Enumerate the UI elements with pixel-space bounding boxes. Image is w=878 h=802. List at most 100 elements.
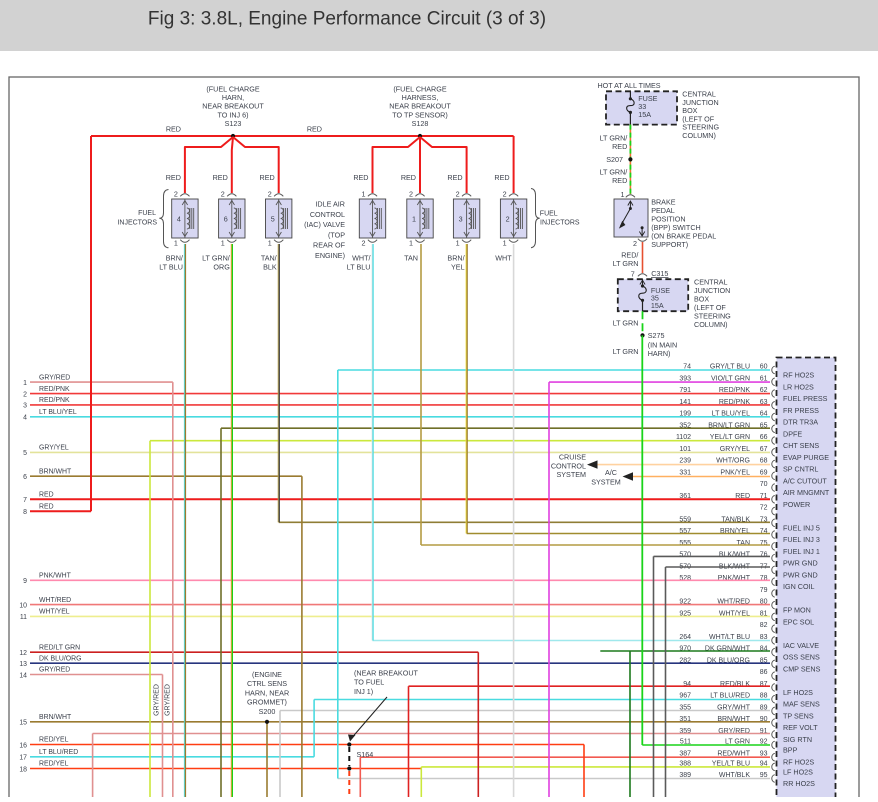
svg-text:COLUMN): COLUMN) bbox=[682, 131, 716, 140]
svg-text:VIO/LT GRN: VIO/LT GRN bbox=[711, 375, 750, 382]
svg-text:TAN: TAN bbox=[404, 254, 418, 263]
svg-text:70: 70 bbox=[760, 481, 768, 488]
svg-text:3: 3 bbox=[23, 403, 27, 410]
svg-text:86: 86 bbox=[760, 669, 768, 676]
svg-text:72: 72 bbox=[760, 505, 768, 512]
svg-text:2: 2 bbox=[503, 190, 507, 199]
svg-text:(TOP: (TOP bbox=[328, 230, 345, 239]
svg-text:79: 79 bbox=[760, 587, 768, 594]
svg-text:LT GRN: LT GRN bbox=[613, 347, 639, 356]
svg-text:10: 10 bbox=[19, 602, 27, 609]
svg-text:TAN/: TAN/ bbox=[261, 254, 277, 263]
svg-text:PWR GND: PWR GND bbox=[783, 559, 818, 568]
svg-text:DTR TR3A: DTR TR3A bbox=[783, 418, 818, 427]
svg-text:WHT/: WHT/ bbox=[352, 254, 370, 263]
svg-text:S200: S200 bbox=[259, 707, 276, 716]
svg-text:1: 1 bbox=[412, 215, 416, 224]
svg-text:239: 239 bbox=[679, 458, 691, 465]
svg-text:FUEL INJ 1: FUEL INJ 1 bbox=[783, 547, 820, 556]
svg-text:16: 16 bbox=[19, 742, 27, 749]
svg-text:2: 2 bbox=[23, 391, 27, 398]
svg-text:11: 11 bbox=[20, 614, 27, 621]
svg-text:1: 1 bbox=[621, 190, 625, 199]
svg-text:RR HO2S: RR HO2S bbox=[783, 779, 815, 788]
svg-text:LT GRN/: LT GRN/ bbox=[202, 254, 230, 263]
svg-text:OSS SENS: OSS SENS bbox=[783, 653, 820, 662]
svg-text:LT GRN: LT GRN bbox=[613, 259, 639, 268]
svg-text:FUEL: FUEL bbox=[540, 210, 558, 217]
svg-text:5: 5 bbox=[23, 450, 27, 457]
svg-text:61: 61 bbox=[760, 375, 768, 382]
svg-text:LT BLU/RED: LT BLU/RED bbox=[39, 749, 78, 756]
svg-text:LR HO2S: LR HO2S bbox=[783, 382, 814, 391]
svg-text:RED: RED bbox=[166, 125, 181, 134]
svg-text:FUEL INJ 5: FUEL INJ 5 bbox=[783, 523, 820, 532]
svg-text:LF HO2S: LF HO2S bbox=[783, 688, 813, 697]
svg-text:GRY/RED: GRY/RED bbox=[165, 684, 172, 716]
svg-text:INJECTORS: INJECTORS bbox=[117, 219, 157, 226]
svg-text:1: 1 bbox=[23, 380, 27, 387]
svg-text:GRY/YEL: GRY/YEL bbox=[39, 445, 69, 452]
svg-text:A/C: A/C bbox=[605, 468, 617, 477]
svg-text:RED: RED bbox=[401, 173, 416, 182]
svg-text:RED: RED bbox=[213, 173, 228, 182]
svg-text:RED: RED bbox=[612, 176, 627, 185]
svg-text:S128: S128 bbox=[412, 119, 429, 128]
svg-text:GRY/RED: GRY/RED bbox=[39, 667, 70, 674]
svg-text:2: 2 bbox=[362, 239, 366, 248]
svg-text:TO FUEL: TO FUEL bbox=[354, 678, 384, 687]
svg-text:CRUISE: CRUISE bbox=[559, 453, 586, 462]
svg-text:7: 7 bbox=[631, 270, 635, 279]
svg-text:S164: S164 bbox=[357, 750, 374, 759]
svg-text:IGN COIL: IGN COIL bbox=[783, 582, 815, 591]
svg-text:393: 393 bbox=[679, 375, 691, 382]
svg-text:S123: S123 bbox=[225, 119, 242, 128]
svg-text:BRN/: BRN/ bbox=[447, 254, 464, 263]
svg-text:INJ 1): INJ 1) bbox=[354, 687, 373, 696]
svg-text:CHT SENS: CHT SENS bbox=[783, 441, 819, 450]
svg-text:FUEL PRESS: FUEL PRESS bbox=[783, 394, 828, 403]
svg-text:FUEL INJ 3: FUEL INJ 3 bbox=[783, 535, 820, 544]
svg-text:RED: RED bbox=[39, 504, 54, 511]
svg-text:1: 1 bbox=[409, 239, 413, 248]
svg-text:ENGINE): ENGINE) bbox=[315, 251, 345, 260]
svg-text:88: 88 bbox=[760, 693, 768, 700]
svg-text:RED: RED bbox=[612, 142, 627, 151]
svg-text:15A: 15A bbox=[651, 301, 664, 310]
svg-text:WHT/YEL: WHT/YEL bbox=[39, 609, 70, 616]
svg-text:LT GRN: LT GRN bbox=[613, 319, 639, 328]
svg-text:CTRL SENS: CTRL SENS bbox=[247, 679, 287, 688]
svg-text:WHT/RED: WHT/RED bbox=[39, 597, 71, 604]
svg-text:DK BLU/ORG: DK BLU/ORG bbox=[39, 655, 82, 662]
svg-text:1: 1 bbox=[362, 190, 366, 199]
svg-text:6: 6 bbox=[224, 215, 228, 224]
svg-text:15A: 15A bbox=[638, 110, 651, 119]
svg-text:INJECTORS: INJECTORS bbox=[540, 220, 580, 227]
svg-text:15: 15 bbox=[19, 720, 27, 727]
svg-text:GROMMET): GROMMET) bbox=[247, 698, 287, 707]
svg-text:1: 1 bbox=[503, 239, 507, 248]
svg-text:RF HO2S: RF HO2S bbox=[783, 371, 814, 380]
svg-text:LT BLU/YEL: LT BLU/YEL bbox=[39, 409, 77, 416]
svg-text:LF HO2S: LF HO2S bbox=[783, 767, 813, 776]
svg-text:WHT/ORG: WHT/ORG bbox=[716, 458, 750, 465]
svg-text:SYSTEM: SYSTEM bbox=[556, 470, 586, 479]
svg-text:1: 1 bbox=[456, 239, 460, 248]
svg-text:CONTROL: CONTROL bbox=[551, 461, 586, 470]
svg-text:Fig 3: 3.8L, Engine Performanc: Fig 3: 3.8L, Engine Performance Circuit … bbox=[148, 9, 546, 30]
svg-text:EPC SOL: EPC SOL bbox=[783, 617, 814, 626]
svg-text:LT BLU: LT BLU bbox=[159, 263, 183, 272]
svg-text:6: 6 bbox=[23, 474, 27, 481]
svg-text:TAN: TAN bbox=[737, 540, 750, 547]
svg-text:2: 2 bbox=[268, 190, 272, 199]
svg-text:SUPPORT): SUPPORT) bbox=[651, 240, 688, 249]
svg-text:IAC VALVE: IAC VALVE bbox=[783, 641, 819, 650]
svg-text:4: 4 bbox=[23, 415, 27, 422]
svg-text:8: 8 bbox=[23, 509, 27, 516]
svg-text:RF HO2S: RF HO2S bbox=[783, 758, 814, 767]
svg-text:17: 17 bbox=[19, 755, 27, 762]
svg-text:ORG: ORG bbox=[213, 263, 230, 272]
svg-text:68: 68 bbox=[760, 458, 768, 465]
svg-text:2: 2 bbox=[506, 215, 510, 224]
svg-text:CMP SENS: CMP SENS bbox=[783, 664, 821, 673]
